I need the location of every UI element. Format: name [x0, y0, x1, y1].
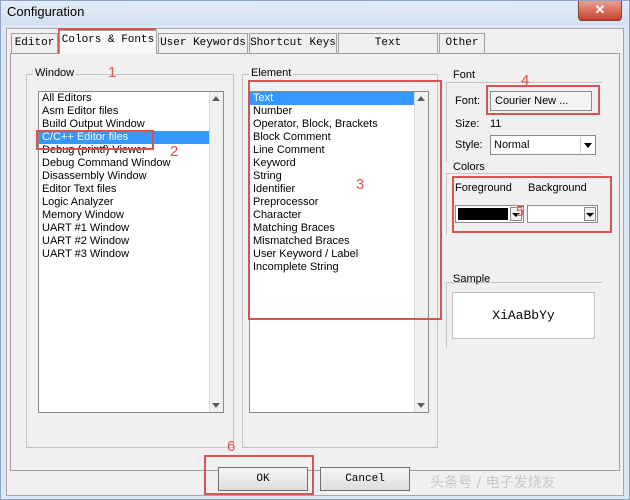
annotation-number-3: 3	[356, 176, 365, 193]
close-button[interactable]: ✕	[578, 1, 622, 21]
window-list-item[interactable]: UART #2 Window	[39, 235, 223, 248]
size-value: 11	[490, 118, 502, 130]
cancel-button[interactable]: Cancel	[320, 467, 410, 491]
scroll-up-icon[interactable]	[212, 96, 220, 101]
window-title: Configuration	[7, 4, 85, 19]
colors-group-label: Colors	[453, 161, 485, 173]
window-list-item[interactable]: UART #3 Window	[39, 248, 223, 261]
watermark: 头条号 / 电子发烧友	[430, 475, 556, 491]
annotation-box-element	[248, 80, 442, 320]
annotation-box-colors	[452, 176, 612, 233]
window-list-scrollbar[interactable]	[209, 92, 223, 412]
annotation-box-font	[486, 85, 600, 115]
tab-user-keywords[interactable]: User Keywords	[158, 33, 248, 53]
tab-editor[interactable]: Editor	[11, 33, 58, 53]
font-group-label: Font	[453, 69, 476, 81]
title-bar[interactable]: Configuration ✕	[1, 1, 629, 25]
font-label: Font:	[455, 95, 481, 107]
window-list-item[interactable]: Editor Text files	[39, 183, 223, 196]
annotation-box-window-item	[36, 130, 154, 150]
sample-group-label: Sample	[453, 273, 491, 285]
sample-preview: XiAaBbYy	[452, 292, 595, 339]
annotation-number-6: 6	[227, 438, 236, 455]
element-group-label: Element	[249, 67, 294, 79]
annotation-number-5: 5	[516, 203, 525, 220]
style-select[interactable]: Normal	[490, 135, 596, 155]
chevron-down-icon[interactable]	[580, 137, 594, 153]
window-list-item[interactable]: Logic Analyzer	[39, 196, 223, 209]
size-label: Size:	[455, 118, 480, 130]
window-list-item[interactable]: UART #1 Window	[39, 222, 223, 235]
style-value: Normal	[494, 139, 530, 151]
tab-shortcut-keys[interactable]: Shortcut Keys	[249, 33, 337, 53]
window-list-item[interactable]: Memory Window	[39, 209, 223, 222]
tab-text-completion[interactable]: Text Completion	[338, 33, 438, 67]
annotation-number-4: 4	[521, 72, 530, 89]
annotation-number-2: 2	[170, 143, 179, 160]
window-group-label: Window	[33, 67, 77, 79]
tab-other[interactable]: Other	[439, 33, 485, 53]
window-list-item[interactable]: Debug Command Window	[39, 157, 223, 170]
tab-colors-fonts[interactable]: Colors & Fonts	[59, 30, 157, 54]
window-list-item[interactable]: All Editors	[39, 92, 223, 105]
window-list-item[interactable]: Disassembly Window	[39, 170, 223, 183]
window-list-item[interactable]: Asm Editor files	[39, 105, 223, 118]
style-label: Style:	[455, 139, 483, 151]
annotation-box-ok	[204, 455, 314, 495]
scroll-down-icon[interactable]	[417, 403, 425, 408]
scroll-down-icon[interactable]	[212, 403, 220, 408]
annotation-number-1: 1	[108, 64, 117, 81]
